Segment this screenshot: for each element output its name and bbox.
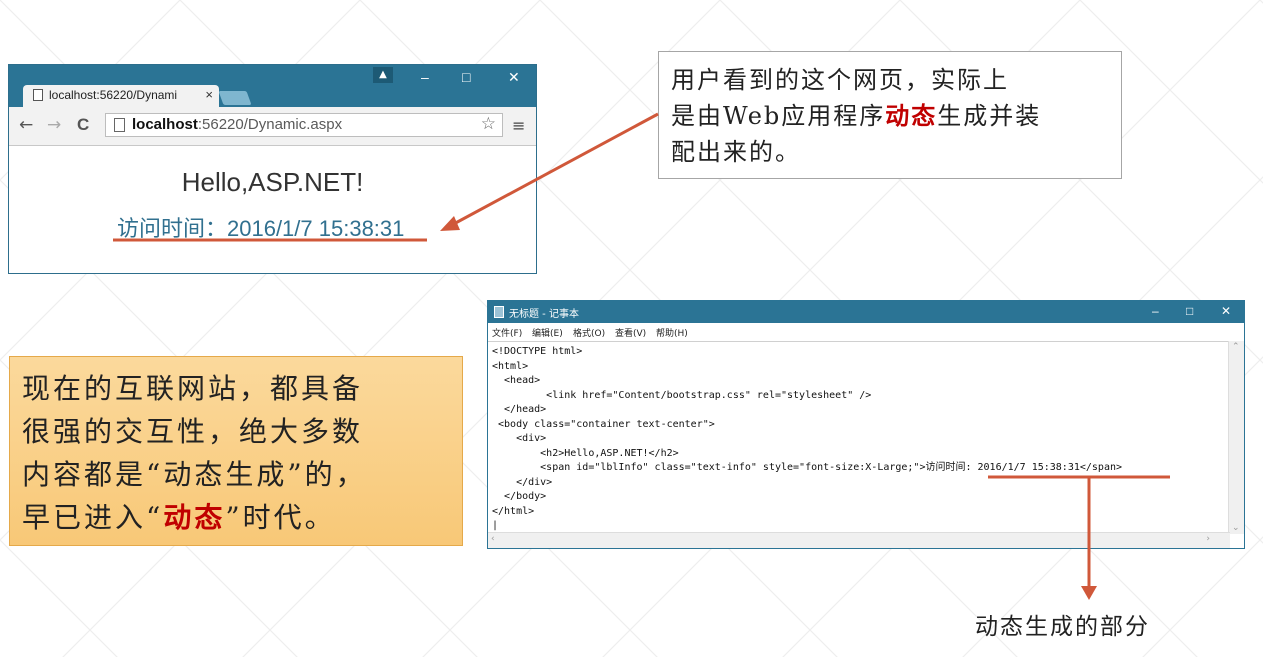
dynamic-part-caption: 动态生成的部分 — [975, 614, 1150, 640]
arrow-head — [440, 216, 460, 231]
arrow-head — [1081, 586, 1097, 600]
annotation-overlay — [113, 112, 1170, 600]
pointer-arrow — [449, 112, 659, 228]
